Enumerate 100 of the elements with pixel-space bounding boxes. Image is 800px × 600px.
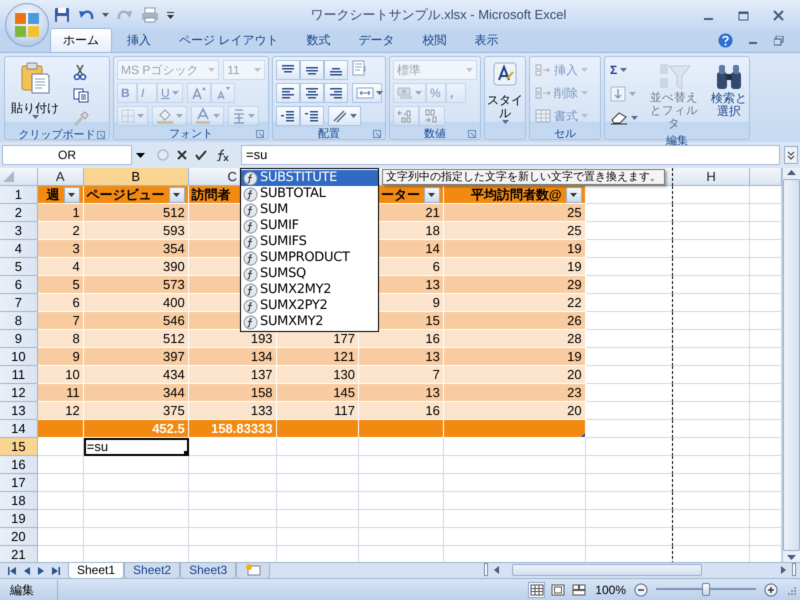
scroll-thumb[interactable]: [512, 564, 702, 576]
row-header[interactable]: 14: [0, 420, 38, 438]
row-header[interactable]: 6: [0, 276, 38, 294]
align-left-icon[interactable]: [280, 86, 296, 100]
caret-icon[interactable]: [32, 115, 38, 119]
find-select-button[interactable]: 検索と選択: [708, 60, 750, 133]
align-left-button[interactable]: [276, 83, 300, 103]
ribbon-tab[interactable]: 数式: [293, 28, 344, 52]
dialog-launcher-icon[interactable]: [373, 130, 381, 138]
caret-icon[interactable]: [376, 91, 383, 95]
caret-icon[interactable]: [502, 120, 508, 124]
row-header[interactable]: 20: [0, 528, 38, 546]
row-header[interactable]: 17: [0, 474, 38, 492]
ribbon-tab[interactable]: 表示: [461, 28, 512, 52]
zoom-level[interactable]: 100%: [595, 580, 626, 598]
last-sheet-icon[interactable]: [52, 567, 60, 575]
insert-sheet-icon[interactable]: [245, 563, 262, 576]
merge-button[interactable]: [352, 83, 382, 103]
ribbon-tab[interactable]: ホーム: [50, 28, 112, 52]
caret-icon[interactable]: [631, 116, 638, 120]
caret-icon[interactable]: [102, 13, 109, 17]
row-header[interactable]: 10: [0, 348, 38, 366]
sheet-tab[interactable]: Sheet1: [68, 563, 124, 579]
slider-thumb[interactable]: [702, 583, 710, 596]
scroll-left-icon[interactable]: [492, 564, 500, 574]
split-handle-icon[interactable]: [792, 563, 796, 576]
view-button[interactable]: [528, 582, 546, 598]
column-header[interactable]: A: [38, 168, 84, 186]
autocomplete-item[interactable]: SUBSTITUTE: [241, 170, 378, 186]
align-middle-button[interactable]: [300, 60, 324, 80]
view-button[interactable]: [549, 582, 566, 598]
decrease-indent-button[interactable]: [276, 106, 300, 126]
print-icon[interactable]: [141, 7, 159, 23]
autosum-button[interactable]: Σ: [608, 60, 640, 80]
align-center-icon[interactable]: [304, 86, 320, 100]
scroll-right-icon[interactable]: [780, 564, 788, 574]
wrap-text-icon[interactable]: [352, 60, 368, 76]
filter-button[interactable]: [64, 186, 80, 202]
zoom-in-icon[interactable]: [764, 582, 778, 596]
close-icon[interactable]: [773, 10, 784, 20]
formula-input[interactable]: =su: [241, 145, 780, 165]
row-header[interactable]: 5: [0, 258, 38, 276]
row-header[interactable]: 19: [0, 510, 38, 528]
previous-sheet-icon[interactable]: [24, 567, 30, 575]
row-header[interactable]: 18: [0, 492, 38, 510]
orientation-button[interactable]: [328, 106, 361, 126]
scroll-up-icon[interactable]: [787, 168, 796, 178]
column-header[interactable]: H: [672, 168, 750, 186]
align-right-button[interactable]: [324, 83, 348, 103]
zoom-out-icon[interactable]: [634, 582, 648, 596]
scroll-down-icon[interactable]: [787, 552, 796, 562]
ribbon-tab[interactable]: 校閲: [409, 28, 460, 52]
paste-button[interactable]: 貼り付け: [8, 60, 62, 127]
row-header[interactable]: 9: [0, 330, 38, 348]
row-header[interactable]: 21: [0, 546, 38, 562]
sheet-tab[interactable]: Sheet2: [124, 563, 180, 579]
row-header[interactable]: 2: [0, 204, 38, 222]
view-button[interactable]: [570, 582, 588, 598]
save-icon[interactable]: [54, 7, 70, 23]
customize-icon[interactable]: [167, 12, 174, 18]
next-sheet-icon[interactable]: [38, 567, 44, 575]
row-header[interactable]: 7: [0, 294, 38, 312]
align-bottom-button[interactable]: [324, 60, 348, 80]
active-cell[interactable]: =su: [84, 438, 189, 456]
row-header[interactable]: 11: [0, 366, 38, 384]
caret-icon[interactable]: [620, 68, 628, 72]
expand-formula-icon[interactable]: [784, 146, 798, 164]
row-header[interactable]: 1: [0, 186, 38, 204]
split-handle-icon[interactable]: [484, 563, 488, 576]
maximize-icon[interactable]: [738, 10, 749, 20]
align-top-button[interactable]: [276, 60, 300, 80]
insert-function-icon[interactable]: [215, 149, 229, 161]
copy-icon[interactable]: [73, 88, 89, 103]
row-header[interactable]: 15: [0, 438, 38, 456]
align-right-icon[interactable]: [328, 86, 344, 100]
decrease-indent-icon[interactable]: [280, 109, 296, 123]
enter-icon[interactable]: [195, 150, 207, 160]
sheet-tab[interactable]: Sheet3: [180, 563, 236, 579]
row-header[interactable]: 4: [0, 240, 38, 258]
row-header[interactable]: 12: [0, 384, 38, 402]
row-header[interactable]: 13: [0, 402, 38, 420]
filter-button[interactable]: [566, 186, 582, 202]
styles-button[interactable]: スタイル: [487, 60, 523, 139]
ribbon-tab[interactable]: データ: [345, 28, 408, 52]
dialog-launcher-icon[interactable]: [97, 131, 105, 140]
scissors-icon[interactable]: [73, 64, 87, 80]
align-center-button[interactable]: [300, 83, 324, 103]
fill-handle[interactable]: [184, 451, 188, 455]
row-header[interactable]: 8: [0, 312, 38, 330]
resize-handle-icon[interactable]: [580, 433, 585, 437]
row-header[interactable]: 3: [0, 222, 38, 240]
first-sheet-icon[interactable]: [8, 567, 16, 575]
caret-icon[interactable]: [350, 114, 357, 118]
help-icon[interactable]: [718, 33, 733, 48]
row-header[interactable]: 16: [0, 456, 38, 474]
increase-indent-button[interactable]: [300, 106, 324, 126]
ribbon-tab[interactable]: ページ レイアウト: [166, 28, 292, 52]
name-box[interactable]: OR: [2, 145, 132, 165]
ribbon-tab[interactable]: 挿入: [114, 28, 164, 52]
cancel-icon[interactable]: [177, 150, 187, 160]
